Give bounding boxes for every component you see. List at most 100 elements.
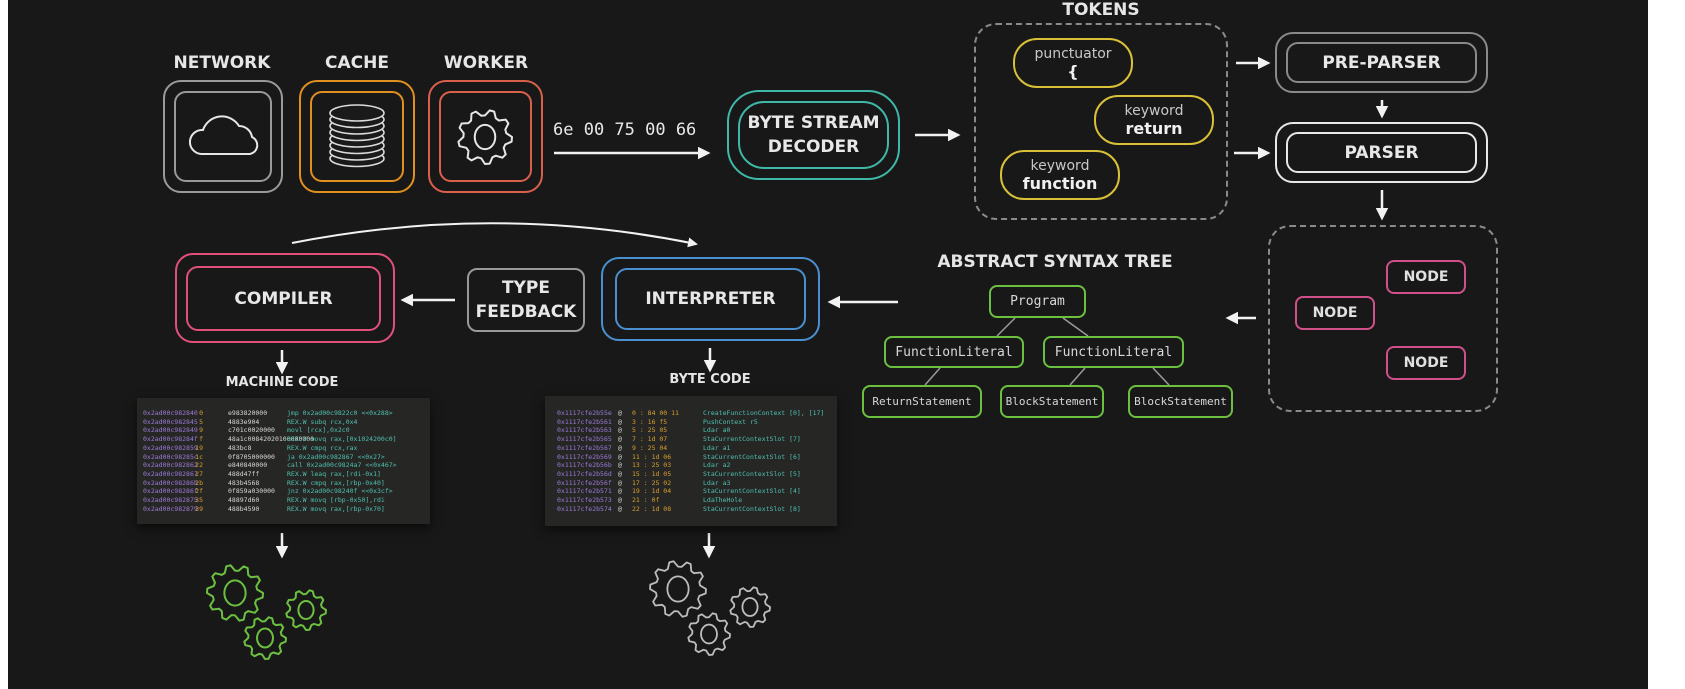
code-offset: f xyxy=(199,435,203,444)
code-instruction: REX.W leaq rax,[rdi-0x1] xyxy=(287,469,381,478)
code-instruction: Ldar a1 xyxy=(703,443,731,452)
code-offset: 19 xyxy=(195,443,203,452)
code-address: 0x1117cfe2b561 xyxy=(557,417,612,426)
code-line: 0x2ad00c98286f 2f 0f859a030000 jnz 0x2ad00c… xyxy=(137,487,430,496)
type-feedback-label-2: FEEDBACK xyxy=(475,302,577,322)
code-at-sign: @ xyxy=(618,417,622,426)
byte-code-title: BYTE CODE xyxy=(669,372,751,387)
token-value: { xyxy=(1067,62,1079,81)
code-hex: 488d47ff xyxy=(228,469,260,478)
code-at-sign: @ xyxy=(618,478,622,487)
code-line: 0x2ad00c982879 39 488b4590 REX.W movq rax,[… xyxy=(137,505,430,514)
code-address: 0x1117cfe2b55e xyxy=(557,409,612,417)
code-at-sign: @ xyxy=(618,469,622,478)
code-line: 0x1117cfe2b565 @7 : 1d 07 StaCurrentContex… xyxy=(545,435,837,444)
code-address: 0x1117cfe2b56d xyxy=(557,469,612,478)
node-box: NODE xyxy=(1386,346,1466,380)
code-line: 0x1117cfe2b563 @5 : 25 05 Ldar a0 xyxy=(545,426,837,435)
code-line: 0x2ad00c982862 22 e840840000 call 0x2ad00c9… xyxy=(137,461,430,470)
compiler-label: COMPILER xyxy=(186,266,381,331)
code-address: 0x1117cfe2b56f xyxy=(557,478,612,487)
code-line: 0x1117cfe2b573 @21 : 0f LdaTheHole xyxy=(545,496,837,505)
code-bytes: 17 : 25 02 xyxy=(632,478,672,487)
code-hex: 483b4568 xyxy=(228,478,260,487)
type-feedback-label-1: TYPE xyxy=(502,278,550,298)
token-kind: keyword xyxy=(1030,158,1090,174)
code-instruction: LdaTheHole xyxy=(703,496,743,504)
code-instruction: jmp 0x2ad00c9822c0 <<0x288> xyxy=(287,409,393,417)
decoder-label-1: BYTE STREAM xyxy=(747,113,880,133)
code-instruction: REX.W cmpq rcx,rax xyxy=(287,443,358,452)
code-address: 0x1117cfe2b569 xyxy=(557,452,612,461)
code-line: 0x2ad00c982867 27 488d47ff REX.W leaq rax,[… xyxy=(137,470,430,479)
code-at-sign: @ xyxy=(618,452,622,461)
code-instruction: PushContext r5 xyxy=(703,417,758,426)
gear-icon xyxy=(729,586,771,628)
gear-hole xyxy=(666,575,690,603)
code-hex: 483bc8 xyxy=(228,443,252,452)
token-kind: keyword xyxy=(1124,103,1184,119)
green-gears-icon xyxy=(206,564,327,660)
ast-function-literal: FunctionLiteral xyxy=(884,336,1024,368)
code-hex: e983820000 xyxy=(228,409,268,417)
code-bytes: 22 : 1d 08 xyxy=(632,504,672,513)
parser-label: PARSER xyxy=(1286,132,1477,173)
token-keyword-return: keyword return xyxy=(1094,95,1214,145)
code-bytes: 0 : 84 00 11 xyxy=(632,409,679,417)
interpreter-label: INTERPRETER xyxy=(615,268,806,330)
code-line: 0x2ad00c98286b 2b 483b4568 REX.W cmpq rax,[… xyxy=(137,479,430,488)
code-offset: 2f xyxy=(195,487,203,496)
code-at-sign: @ xyxy=(618,443,622,452)
type-feedback-box: TYPE FEEDBACK xyxy=(467,268,585,332)
gear-hole xyxy=(741,597,759,617)
ast-title: ABSTRACT SYNTAX TREE xyxy=(937,252,1173,272)
code-line: 0x2ad00c982840 0 e983820000 jmp 0x2ad00c982… xyxy=(137,409,430,418)
network-box xyxy=(163,80,283,193)
cache-label: CACHE xyxy=(325,53,389,73)
gear-icon xyxy=(243,616,287,660)
code-hex: e840840000 xyxy=(228,461,268,470)
code-bytes: 5 : 25 05 xyxy=(632,426,668,435)
code-line: 0x2ad00c982849 9 c701c0020000 movl [rcx],0x… xyxy=(137,426,430,435)
gear-icon xyxy=(206,564,264,622)
code-hex: 4883e904 xyxy=(228,417,260,426)
code-at-sign: @ xyxy=(618,426,622,435)
code-instruction: jnz 0x2ad00c98240f <<0x3cf> xyxy=(287,487,393,496)
code-offset: 0 xyxy=(199,409,203,417)
code-at-sign: @ xyxy=(618,496,622,504)
tokens-title: TOKENS xyxy=(1062,0,1140,20)
code-line: 0x2ad00c982859 19 483bc8 REX.W cmpq rcx,rax xyxy=(137,444,430,453)
grey-gears-icon xyxy=(649,560,771,656)
byte-stream-decoder-box: BYTE STREAM DECODER xyxy=(727,90,900,180)
pre-parser-box: PRE-PARSER xyxy=(1275,32,1488,93)
code-line: 0x1117cfe2b56f @17 : 25 02 Ldar a3 xyxy=(545,479,837,488)
code-address: 0x1117cfe2b567 xyxy=(557,443,612,452)
code-line: 0x1117cfe2b56d @15 : 1d 05 StaCurrentConte… xyxy=(545,470,837,479)
code-line: 0x2ad00c982875 35 48897d60 REX.W movq [rbp-… xyxy=(137,496,430,505)
gear-hole xyxy=(700,623,718,645)
ast-program: Program xyxy=(989,285,1086,318)
code-hex: 488b4590 xyxy=(228,504,260,513)
byte-code-listing: 0x1117cfe2b55e @0 : 84 00 11 CreateFunctio… xyxy=(545,396,837,526)
code-hex: c701c0020000 xyxy=(228,426,275,435)
code-line: 0x1117cfe2b574 @22 : 1d 08 StaCurrentConte… xyxy=(545,505,837,514)
code-instruction: StaCurrentContextSlot [4] xyxy=(703,487,801,496)
ast-block-statement: BlockStatement xyxy=(1128,385,1233,418)
code-bytes: 15 : 1d 05 xyxy=(632,469,672,478)
code-bytes: 19 : 1d 04 xyxy=(632,487,672,496)
code-instruction: REX.W cmpq rax,[rbp-0x40] xyxy=(287,478,385,487)
code-bytes: 7 : 1d 07 xyxy=(632,435,668,444)
code-offset: 22 xyxy=(195,461,203,470)
code-offset: 2b xyxy=(195,478,203,487)
v8-pipeline-diagram: NETWORK CACHE WORKER 6e 00 75 00 66 BYTE… xyxy=(0,0,1685,689)
ast-block-statement: BlockStatement xyxy=(1000,385,1104,418)
code-offset: 5 xyxy=(199,417,203,426)
byte-stream-text: 6e 00 75 00 66 xyxy=(553,120,697,140)
code-line: 0x1117cfe2b55e @0 : 84 00 11 CreateFunctio… xyxy=(545,409,837,418)
code-line: 0x2ad00c982845 5 4883e904 REX.W subq rcx,0x… xyxy=(137,418,430,427)
code-line: 0x1117cfe2b571 @19 : 1d 04 StaCurrentConte… xyxy=(545,487,837,496)
code-instruction: ja 0x2ad00c982867 <<0x27> xyxy=(287,452,385,461)
code-instruction: Ldar a2 xyxy=(703,461,731,470)
pre-parser-label: PRE-PARSER xyxy=(1286,42,1477,83)
parser-box: PARSER xyxy=(1275,122,1488,183)
